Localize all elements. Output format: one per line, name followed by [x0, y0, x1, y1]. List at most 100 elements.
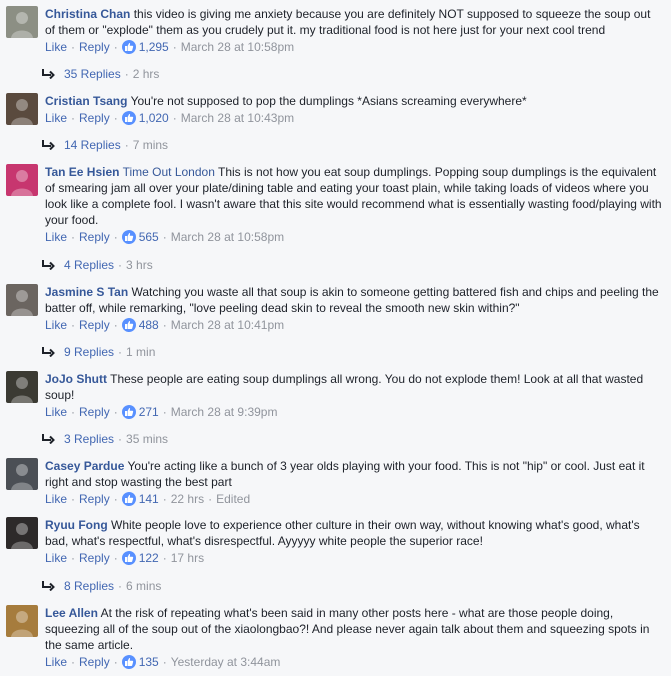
reply-button[interactable]: Reply — [79, 111, 110, 125]
separator: · — [124, 67, 129, 81]
comment-text-block: Jasmine S Tan Watching you waste all tha… — [45, 284, 663, 316]
like-button[interactable]: Like — [45, 551, 67, 565]
comment-timestamp[interactable]: March 28 at 9:39pm — [171, 405, 278, 419]
avatar[interactable] — [6, 284, 38, 316]
avatar-icon — [11, 170, 33, 196]
like-button[interactable]: Like — [45, 230, 67, 244]
like-button[interactable]: Like — [45, 40, 67, 54]
comment-text: Watching you waste all that soup is akin… — [45, 285, 659, 315]
comment-timestamp[interactable]: Yesterday at 3:44am — [171, 655, 281, 669]
view-replies-link[interactable]: 8 Replies — [64, 579, 114, 593]
separator: · — [113, 655, 118, 669]
like-button[interactable]: Like — [45, 492, 67, 506]
avatar[interactable] — [6, 458, 38, 490]
comment-author[interactable]: Jasmine S Tan — [45, 285, 128, 299]
replies-row[interactable]: 14 Replies · 7 mins — [41, 137, 168, 153]
comment-text-block: Cristian Tsang You're not supposed to po… — [45, 93, 663, 109]
replies-row[interactable]: 35 Replies · 2 hrs — [41, 66, 159, 82]
like-count[interactable]: 1,295 — [139, 40, 169, 54]
comment-tag[interactable]: Time Out London — [123, 165, 215, 179]
like-icon[interactable] — [121, 405, 136, 419]
comment-timestamp[interactable]: 22 hrs — [171, 492, 204, 506]
separator: · — [113, 405, 118, 419]
comment-timestamp[interactable]: March 28 at 10:58pm — [171, 230, 284, 244]
view-replies-link[interactable]: 3 Replies — [64, 432, 114, 446]
like-count[interactable]: 271 — [139, 405, 159, 419]
separator: · — [172, 111, 177, 125]
separator: · — [162, 318, 167, 332]
view-replies-link[interactable]: 35 Replies — [64, 67, 121, 81]
comment-author[interactable]: Lee Allen — [45, 606, 98, 620]
replies-time: 1 min — [126, 345, 156, 359]
comment-author[interactable]: JoJo Shutt — [45, 372, 107, 386]
separator: · — [113, 40, 118, 54]
reply-button[interactable]: Reply — [79, 40, 110, 54]
like-icon[interactable] — [121, 551, 136, 565]
comment-author[interactable]: Tan Ee Hsien — [45, 165, 119, 179]
like-count[interactable]: 141 — [139, 492, 159, 506]
comment-actions: Like · Reply · 141 · 22 hrs · Edited — [45, 491, 663, 507]
replies-row[interactable]: 8 Replies · 6 mins — [41, 578, 161, 594]
comment-actions: Like · Reply · 135 · Yesterday at 3:44am — [45, 654, 663, 670]
view-replies-link[interactable]: 14 Replies — [64, 138, 121, 152]
replies-row[interactable]: 3 Replies · 35 mins — [41, 431, 168, 447]
replies-time: 7 mins — [132, 138, 169, 152]
like-icon[interactable] — [121, 655, 136, 669]
replies-row[interactable]: 4 Replies · 3 hrs — [41, 257, 153, 273]
comment-timestamp[interactable]: March 28 at 10:41pm — [171, 318, 284, 332]
like-button[interactable]: Like — [45, 655, 67, 669]
separator: · — [118, 579, 123, 593]
like-count[interactable]: 488 — [139, 318, 159, 332]
view-replies-link[interactable]: 4 Replies — [64, 258, 114, 272]
like-icon[interactable] — [121, 230, 136, 244]
avatar-icon — [11, 611, 33, 637]
like-icon[interactable] — [121, 318, 136, 332]
separator: · — [71, 111, 76, 125]
reply-button[interactable]: Reply — [79, 405, 110, 419]
like-count[interactable]: 565 — [139, 230, 159, 244]
like-icon[interactable] — [121, 111, 136, 125]
comment-body: JoJo Shutt These people are eating soup … — [45, 371, 663, 420]
like-icon[interactable] — [121, 40, 136, 54]
comment-text-block: Lee Allen At the risk of repeating what'… — [45, 605, 663, 653]
replies-row[interactable]: 9 Replies · 1 min — [41, 344, 155, 360]
avatar-icon — [11, 290, 33, 316]
comment-author[interactable]: Cristian Tsang — [45, 94, 127, 108]
avatar[interactable] — [6, 164, 38, 196]
like-button[interactable]: Like — [45, 405, 67, 419]
reply-arrow-icon — [41, 138, 64, 152]
reply-button[interactable]: Reply — [79, 318, 110, 332]
like-count[interactable]: 122 — [139, 551, 159, 565]
comment-body: Christina Chan this video is giving me a… — [45, 6, 663, 55]
comment-author[interactable]: Ryuu Fong — [45, 518, 108, 532]
avatar[interactable] — [6, 6, 38, 38]
avatar[interactable] — [6, 605, 38, 637]
avatar[interactable] — [6, 517, 38, 549]
comment-text: You're not supposed to pop the dumplings… — [130, 94, 527, 108]
reply-arrow-icon — [41, 258, 64, 272]
comment-author[interactable]: Christina Chan — [45, 7, 130, 21]
comment-timestamp[interactable]: 17 hrs — [171, 551, 204, 565]
reply-button[interactable]: Reply — [79, 492, 110, 506]
comment-timestamp[interactable]: March 28 at 10:43pm — [181, 111, 294, 125]
reply-button[interactable]: Reply — [79, 230, 110, 244]
comment-body: Ryuu Fong White people love to experienc… — [45, 517, 663, 566]
like-count[interactable]: 1,020 — [139, 111, 169, 125]
comment-timestamp[interactable]: March 28 at 10:58pm — [181, 40, 294, 54]
avatar[interactable] — [6, 93, 38, 125]
comment-author[interactable]: Casey Pardue — [45, 459, 124, 473]
view-replies-link[interactable]: 9 Replies — [64, 345, 114, 359]
like-count[interactable]: 135 — [139, 655, 159, 669]
edited-label[interactable]: Edited — [216, 492, 250, 506]
like-button[interactable]: Like — [45, 111, 67, 125]
reply-button[interactable]: Reply — [79, 655, 110, 669]
avatar[interactable] — [6, 371, 38, 403]
reply-button[interactable]: Reply — [79, 551, 110, 565]
replies-time: 2 hrs — [132, 67, 160, 81]
avatar-icon — [11, 12, 33, 38]
like-button[interactable]: Like — [45, 318, 67, 332]
avatar-icon — [11, 523, 33, 549]
replies-time: 35 mins — [126, 432, 169, 446]
like-icon[interactable] — [121, 492, 136, 506]
comment-body: Jasmine S Tan Watching you waste all tha… — [45, 284, 663, 333]
